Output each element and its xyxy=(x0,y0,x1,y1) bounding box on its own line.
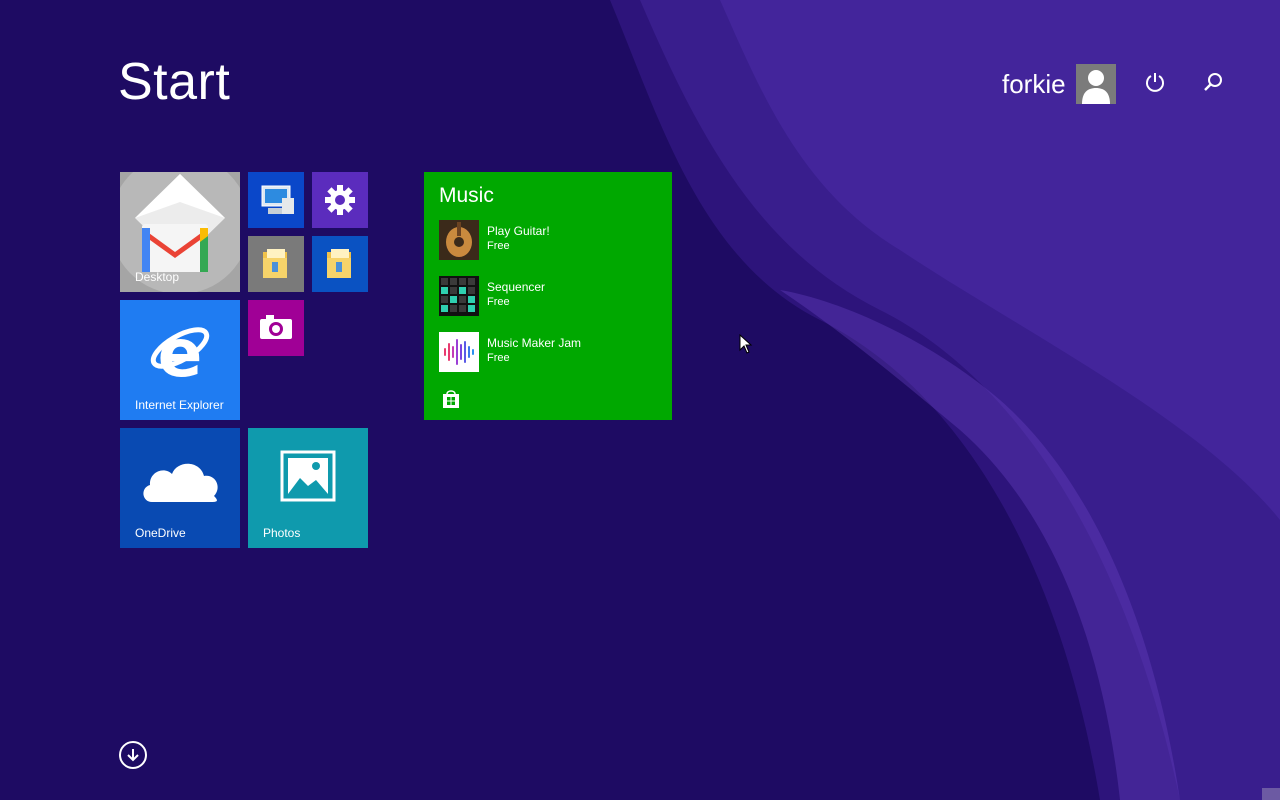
music-tile-title: Music xyxy=(439,184,494,207)
tile-desktop[interactable]: Desktop xyxy=(120,172,240,292)
tile-file-explorer-2[interactable] xyxy=(312,236,368,292)
search-icon[interactable] xyxy=(1199,68,1227,96)
user-avatar-icon[interactable] xyxy=(1075,64,1116,104)
music-item-name: Play Guitar! xyxy=(487,224,550,238)
tile-this-pc[interactable] xyxy=(248,172,304,228)
guitar-icon xyxy=(439,220,479,260)
soundwave-icon xyxy=(439,332,479,372)
tile-file-explorer-1[interactable] xyxy=(248,236,304,292)
music-item-price: Free xyxy=(487,296,510,308)
tile-internet-explorer-label: Internet Explorer xyxy=(135,398,224,412)
minimize-corner-button[interactable] xyxy=(1262,788,1280,800)
tile-music[interactable]: Music Play Guitar! Free Sequencer Free M… xyxy=(424,172,672,420)
arrow-down-circle-icon xyxy=(127,749,139,762)
sequencer-icon xyxy=(439,276,479,316)
music-item-price: Free xyxy=(487,240,510,252)
music-item-play-guitar[interactable]: Play Guitar! Free xyxy=(439,220,669,262)
camera-icon xyxy=(260,315,292,339)
tile-camera[interactable] xyxy=(248,300,304,356)
tile-onedrive-label: OneDrive xyxy=(135,526,186,540)
user-name: forkie xyxy=(1002,68,1066,99)
page-title: Start xyxy=(118,53,231,111)
tile-desktop-label: Desktop xyxy=(135,270,180,284)
tile-onedrive[interactable]: OneDrive xyxy=(120,428,240,548)
computer-icon xyxy=(261,185,294,214)
music-item-name: Music Maker Jam xyxy=(487,336,582,350)
folder-icon xyxy=(327,249,351,278)
music-item-name: Sequencer xyxy=(487,280,546,294)
tile-settings[interactable] xyxy=(312,172,368,228)
tile-photos-label: Photos xyxy=(263,526,301,540)
store-icon xyxy=(443,390,459,408)
user-account[interactable]: forkie xyxy=(1002,64,1116,104)
tile-internet-explorer[interactable]: e Internet Explorer xyxy=(120,300,240,420)
power-icon[interactable] xyxy=(1141,68,1169,96)
tile-photos[interactable]: Photos xyxy=(248,428,368,548)
music-item-music-maker-jam[interactable]: Music Maker Jam Free xyxy=(439,332,669,374)
music-item-sequencer[interactable]: Sequencer Free xyxy=(439,276,669,318)
all-apps-button[interactable] xyxy=(119,741,147,769)
mouse-cursor-icon xyxy=(739,334,753,354)
folder-icon xyxy=(263,249,287,278)
gear-icon xyxy=(325,185,355,215)
music-item-price: Free xyxy=(487,352,510,364)
